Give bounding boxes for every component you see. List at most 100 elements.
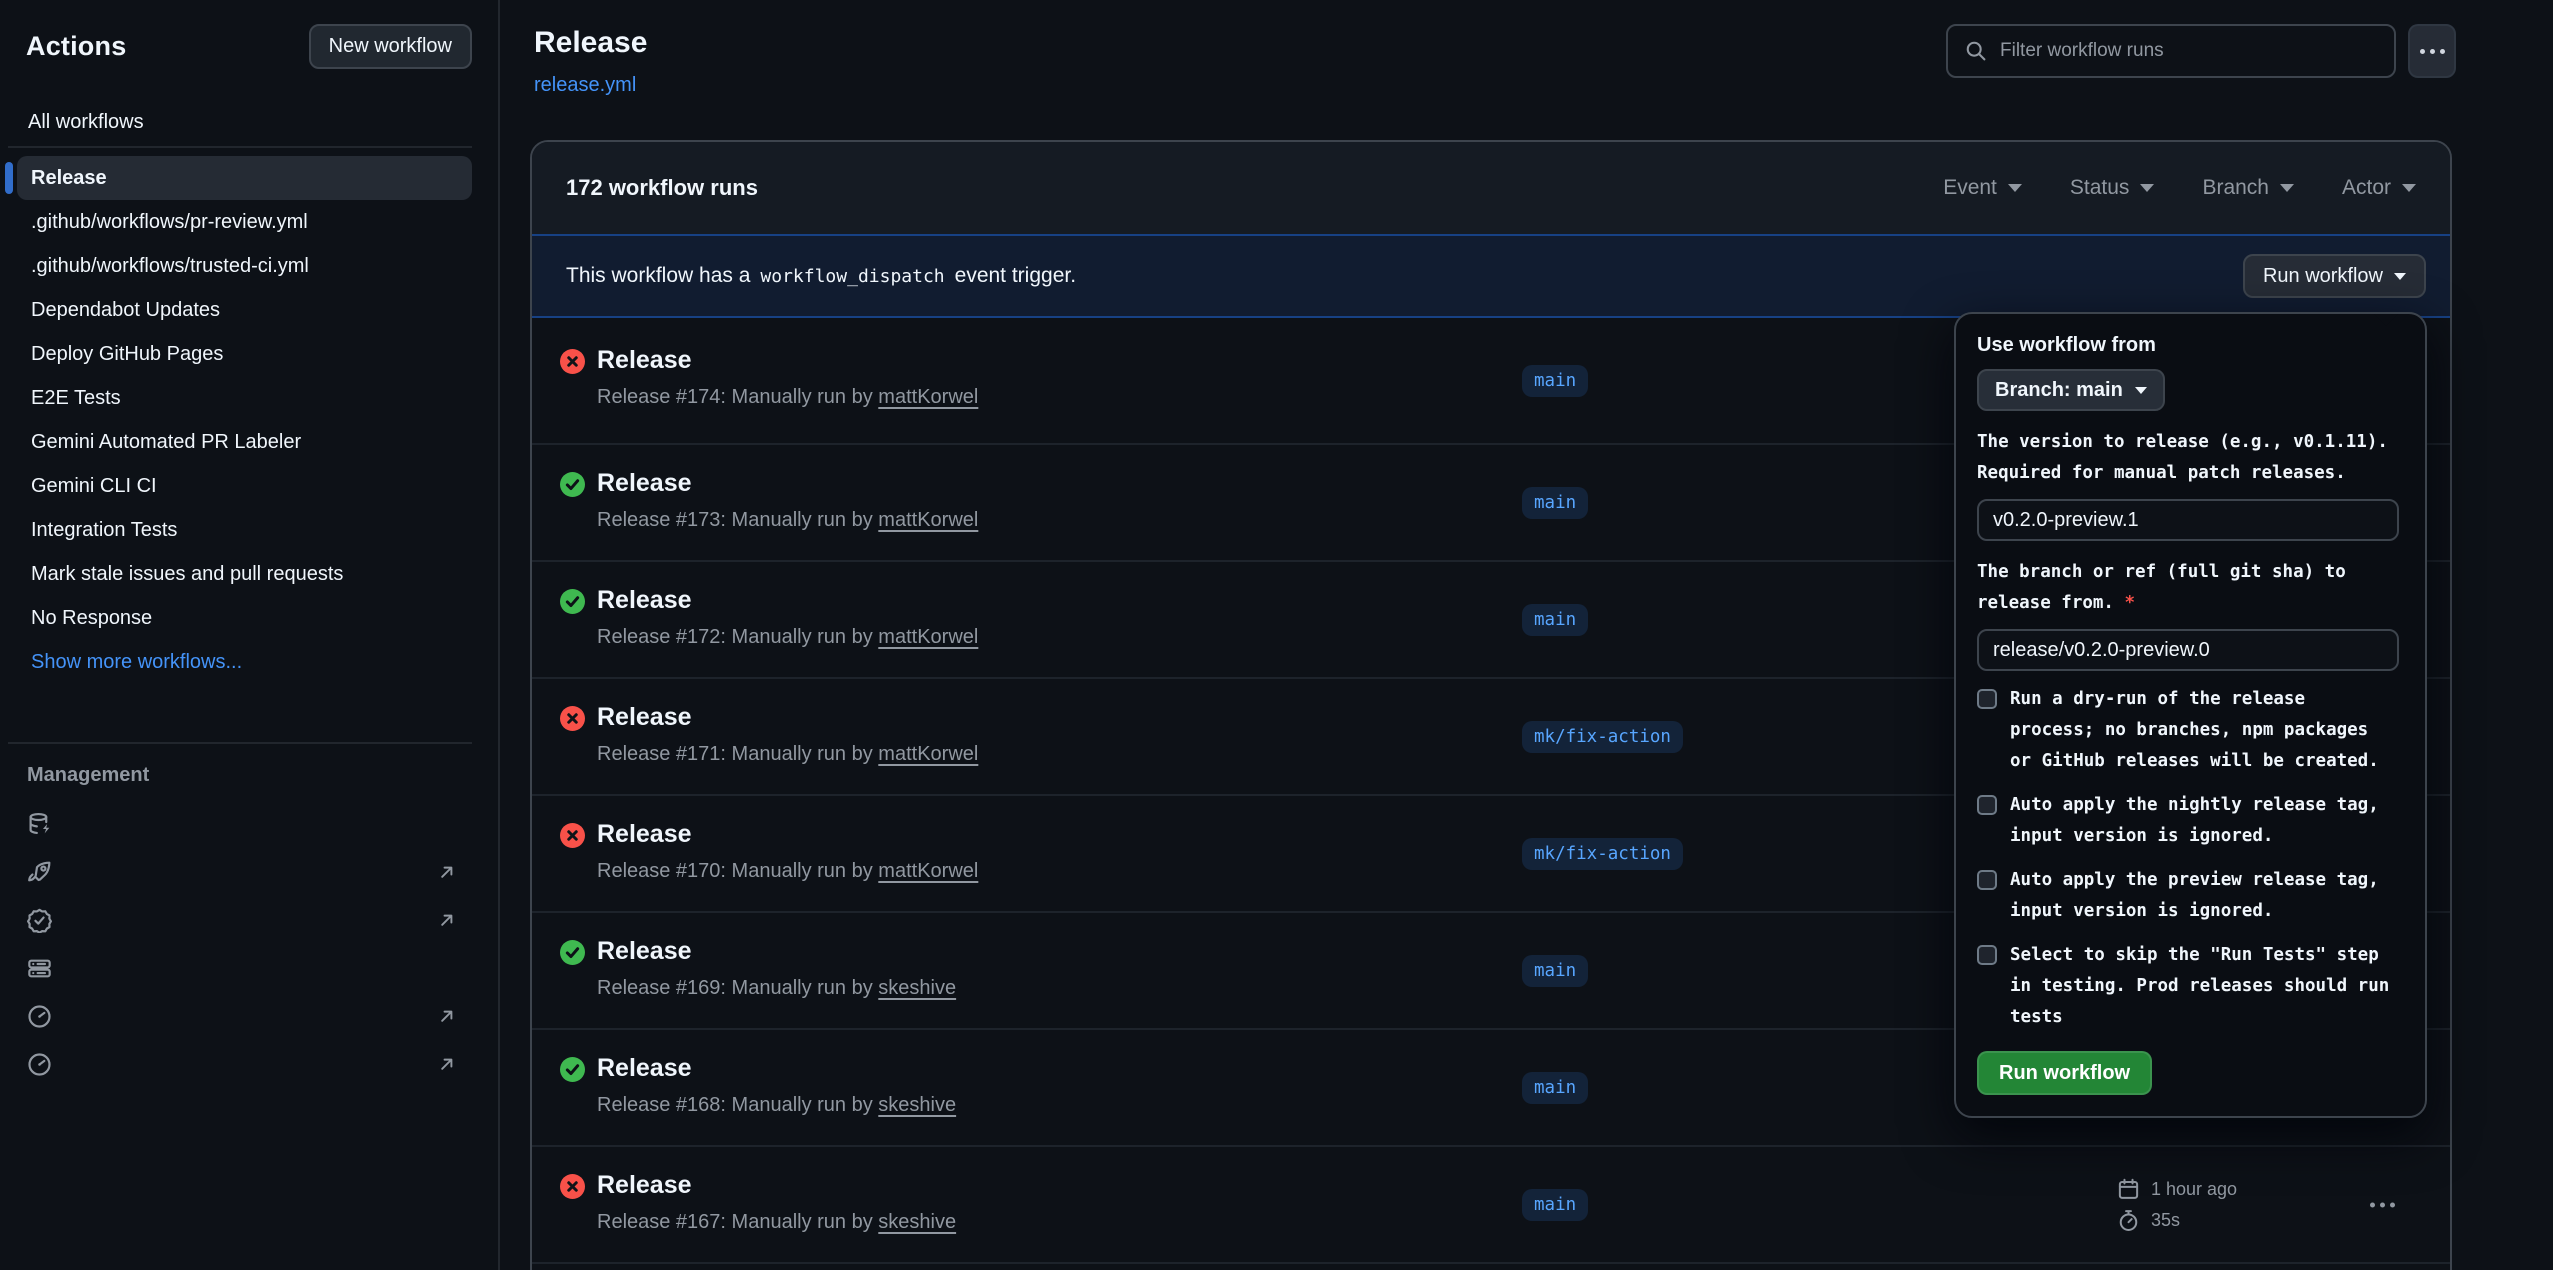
branch-select-button[interactable]: Branch: main <box>1977 369 2165 411</box>
checkbox[interactable] <box>1977 870 1997 890</box>
kebab-menu-button[interactable] <box>2370 1202 2395 1207</box>
check-circle-icon <box>560 472 585 497</box>
sidebar-workflow-item[interactable]: Integration Tests <box>17 508 472 552</box>
workflow-label: Gemini Automated PR Labeler <box>31 431 301 454</box>
run-actor-link[interactable]: mattKorwel <box>878 743 978 765</box>
branch-badge[interactable]: main <box>1522 955 1588 987</box>
run-actor-link[interactable]: skeshive <box>878 1211 956 1233</box>
workflow-label: Deploy GitHub Pages <box>31 343 223 366</box>
chevron-down-icon <box>2280 184 2294 192</box>
sidebar-title: Actions <box>26 31 126 62</box>
input-help-text: The branch or ref (full git sha) to rele… <box>1977 557 2399 619</box>
run-title-link[interactable]: Release <box>597 346 692 375</box>
sidebar-management-item[interactable]: Usage metrics <box>0 992 498 1040</box>
run-filters: Event Status Branch Actor <box>1943 176 2416 200</box>
workflow-run-row[interactable] <box>532 1262 2450 1270</box>
checkbox[interactable] <box>1977 795 1997 815</box>
run-title-link[interactable]: Release <box>597 937 692 966</box>
required-indicator: * <box>2114 593 2135 613</box>
sidebar-management-item[interactable]: Caches <box>0 800 498 848</box>
sidebar-workflow-item[interactable]: No Response <box>17 596 472 640</box>
workflow-run-row[interactable]: Release Release #167: Manually run by sk… <box>532 1145 2450 1262</box>
sidebar-management-item[interactable]: Runners <box>0 944 498 992</box>
run-title-link[interactable]: Release <box>597 703 692 732</box>
x-circle-icon <box>560 1174 585 1199</box>
chevron-down-icon <box>2008 184 2022 192</box>
run-title-link[interactable]: Release <box>597 586 692 615</box>
sidebar-workflow-item[interactable]: E2E Tests <box>17 376 472 420</box>
sidebar-workflow-item[interactable]: .github/workflows/pr-review.yml <box>17 200 472 244</box>
filter-runs-input[interactable] <box>2000 40 2378 62</box>
checkbox-label: Auto apply the preview release tag, inpu… <box>2010 870 2379 921</box>
meter-icon <box>27 1052 52 1077</box>
checkbox-row[interactable]: Auto apply the nightly release tag, inpu… <box>1977 790 2399 852</box>
server-icon <box>27 956 52 981</box>
branch-badge[interactable]: mk/fix-action <box>1522 838 1683 870</box>
calendar-icon <box>2117 1178 2140 1201</box>
run-title-link[interactable]: Release <box>597 820 692 849</box>
sidebar-workflow-item[interactable]: Deploy GitHub Pages <box>17 332 472 376</box>
branch-badge[interactable]: main <box>1522 1189 1588 1221</box>
checkbox-row[interactable]: Run a dry-run of the release process; no… <box>1977 684 2399 777</box>
chevron-down-icon <box>2402 184 2416 192</box>
workflow-label: Gemini CLI CI <box>31 475 157 498</box>
branch-badge[interactable]: main <box>1522 365 1588 397</box>
run-actor-link[interactable]: mattKorwel <box>878 509 978 531</box>
checkbox-row[interactable]: Select to skip the "Run Tests" step in t… <box>1977 940 2399 1033</box>
run-title-link[interactable]: Release <box>597 469 692 498</box>
workflow-file-link[interactable]: release.yml <box>534 74 636 97</box>
check-circle-icon <box>560 589 585 614</box>
sidebar-workflow-item[interactable]: Show more workflows... <box>17 640 472 684</box>
x-circle-icon <box>560 349 585 374</box>
run-description: Release #167: Manually run by skeshive <box>597 1211 956 1234</box>
branch-badge[interactable]: main <box>1522 487 1588 519</box>
sidebar-workflow-item[interactable]: Gemini Automated PR Labeler <box>17 420 472 464</box>
run-filter-event[interactable]: Event <box>1943 176 2022 200</box>
branch-badge[interactable]: mk/fix-action <box>1522 721 1683 753</box>
page-kebab-menu-button[interactable] <box>2408 24 2456 78</box>
run-description: Release #173: Manually run by mattKorwel <box>597 509 978 532</box>
workflow-label: No Response <box>31 607 152 630</box>
search-icon <box>1964 39 1988 63</box>
run-title-link[interactable]: Release <box>597 1171 692 1200</box>
sidebar-workflow-item[interactable]: Dependabot Updates <box>17 288 472 332</box>
actions-sidebar: Actions New workflow All workflows Relea… <box>0 0 500 1270</box>
branch-badge[interactable]: main <box>1522 604 1588 636</box>
sidebar-item-all-workflows[interactable]: All workflows <box>8 98 472 146</box>
chevron-down-icon <box>2135 387 2147 394</box>
filter-searchbox[interactable] <box>1946 24 2396 78</box>
workflow-input-field[interactable] <box>1977 629 2399 671</box>
cache-icon <box>27 812 52 837</box>
new-workflow-button[interactable]: New workflow <box>309 24 472 69</box>
run-actor-link[interactable]: skeshive <box>878 977 956 999</box>
run-workflow-popover: Use workflow from Branch: main The versi… <box>1954 312 2427 1118</box>
branch-badge[interactable]: main <box>1522 1072 1588 1104</box>
popover-caret <box>2372 312 2400 326</box>
run-filter-actor[interactable]: Actor <box>2342 176 2416 200</box>
run-actor-link[interactable]: mattKorwel <box>878 860 978 882</box>
sidebar-management-item[interactable]: Attestations <box>0 896 498 944</box>
run-filter-status[interactable]: Status <box>2070 176 2155 200</box>
x-circle-icon <box>560 823 585 848</box>
run-filter-branch[interactable]: Branch <box>2202 176 2294 200</box>
run-workflow-submit-button[interactable]: Run workflow <box>1977 1051 2152 1095</box>
workflow-label: .github/workflows/pr-review.yml <box>31 211 308 234</box>
run-actor-link[interactable]: skeshive <box>878 1094 956 1116</box>
run-actor-link[interactable]: mattKorwel <box>878 386 978 408</box>
run-actor-link[interactable]: mattKorwel <box>878 626 978 648</box>
checkbox-row[interactable]: Auto apply the preview release tag, inpu… <box>1977 865 2399 927</box>
sidebar-management-item[interactable]: Performance metrics <box>0 1040 498 1088</box>
run-duration: 35s <box>2151 1210 2180 1231</box>
run-title-link[interactable]: Release <box>597 1054 692 1083</box>
sidebar-management-item[interactable]: Deployments <box>0 848 498 896</box>
sidebar-workflow-item[interactable]: Mark stale issues and pull requests <box>17 552 472 596</box>
sidebar-workflow-item[interactable]: Gemini CLI CI <box>17 464 472 508</box>
run-workflow-dropdown-button[interactable]: Run workflow <box>2243 254 2426 298</box>
meter-icon <box>27 1004 52 1029</box>
checkbox[interactable] <box>1977 945 1997 965</box>
workflow-input-field[interactable] <box>1977 499 2399 541</box>
checkbox[interactable] <box>1977 689 1997 709</box>
workflow-label: .github/workflows/trusted-ci.yml <box>31 255 309 278</box>
sidebar-workflow-item[interactable]: .github/workflows/trusted-ci.yml <box>17 244 472 288</box>
sidebar-workflow-item[interactable]: Release <box>17 156 472 200</box>
